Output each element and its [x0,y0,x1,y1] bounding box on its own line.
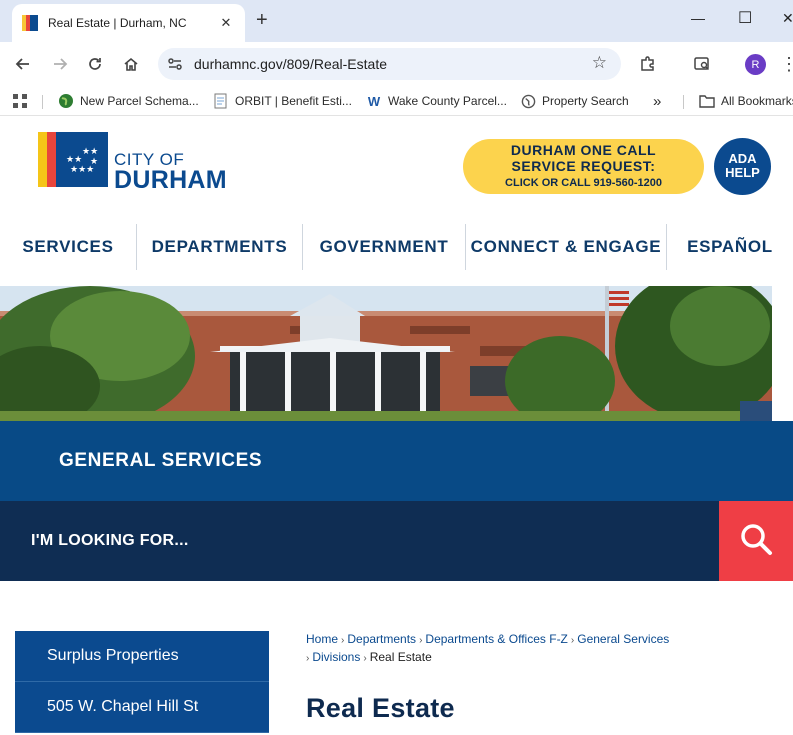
logo-wordmark: CITY OF DURHAM [114,151,227,194]
tab-search-icon[interactable] [692,54,712,74]
breadcrumb: Home › Departments › Departments & Offices F… [306,631,726,667]
breadcrumb-current: Real Estate [369,650,432,664]
ada-help-button[interactable]: ADA HELP [714,138,771,195]
nav-connect-engage[interactable]: CONNECT & ENGAGE [466,224,666,270]
bookmark-property-search[interactable]: Property Search [520,93,629,109]
tab-title: Real Estate | Durham, NC [48,16,187,30]
forward-button[interactable] [50,54,70,74]
breadcrumb-departments[interactable]: Departments [347,632,416,646]
hero-building-image [0,286,772,421]
url-text[interactable]: durhamnc.gov/809/Real-Estate [194,56,387,72]
breadcrumb-chevron-icon: › [363,653,367,664]
main-navigation: SERVICES DEPARTMENTS GOVERNMENT CONNECT … [0,224,793,270]
all-bookmarks-label: All Bookmarks [721,94,793,108]
new-tab-button[interactable]: + [256,9,268,31]
bookmark-separator [683,95,684,109]
bookmark-wake-county[interactable]: W Wake County Parcel... [366,93,507,109]
search-icon [738,521,774,562]
close-tab-icon[interactable]: ✕ [217,15,235,31]
nav-government[interactable]: GOVERNMENT [303,224,465,270]
reload-button[interactable] [85,54,105,74]
nav-services[interactable]: SERVICES [0,224,136,270]
bookmark-separator [42,95,43,109]
breadcrumb-chevron-icon: › [570,635,575,646]
ada-line2: HELP [725,165,760,180]
one-call-line3: CLICK OR CALL 919-560-1200 [505,177,662,189]
logo-stars-icon: ★★ ★★ ★★★ ★ [56,132,108,187]
section-title: GENERAL SERVICES [59,450,263,471]
page-title: Real Estate [306,693,455,723]
sidebar-navigation: Surplus Properties 505 W. Chapel Hill St [15,631,269,733]
svg-text:★★: ★★ [82,147,98,157]
bookmarks-bar: New Parcel Schema... ORBIT | Benefit Est… [0,86,793,116]
all-bookmarks[interactable]: All Bookmarks [699,93,793,109]
sidebar-item-505-w-chapel-hill[interactable]: 505 W. Chapel Hill St [15,682,269,733]
extensions-icon[interactable] [638,54,658,74]
durham-favicon-icon [22,15,38,31]
browser-tabstrip: Real Estate | Durham, NC ✕ + — ☐ ✕ [0,0,793,42]
profile-avatar[interactable]: R [745,54,766,75]
breadcrumb-chevron-icon: › [341,635,345,646]
browser-menu-icon[interactable]: ⋮ [779,54,793,74]
search-button[interactable] [719,501,793,581]
svg-text:★★: ★★ [66,155,82,165]
folder-icon [699,93,715,109]
bookmark-new-parcel[interactable]: New Parcel Schema... [58,93,199,109]
bookmark-label: Property Search [542,94,629,108]
logo-durham: DURHAM [114,166,227,194]
nav-espanol[interactable]: ESPAÑOL [667,224,793,270]
breadcrumb-general-services[interactable]: General Services [577,632,669,646]
bookmark-orbit[interactable]: ORBIT | Benefit Esti... [213,93,352,109]
document-icon [213,93,229,109]
home-button[interactable] [121,54,141,74]
bookmark-label: New Parcel Schema... [80,94,199,108]
globe-icon [520,93,536,109]
breadcrumb-divisions[interactable]: Divisions [312,650,360,664]
breadcrumb-chevron-icon: › [306,653,310,664]
bookmark-label: ORBIT | Benefit Esti... [235,94,352,108]
address-bar[interactable]: durhamnc.gov/809/Real-Estate ☆ [158,48,621,80]
search-label[interactable]: I'M LOOKING FOR... [31,532,189,550]
one-call-service-request-button[interactable]: DURHAM ONE CALL SERVICE REQUEST: CLICK O… [463,139,704,194]
window-close-button[interactable]: ✕ [782,10,793,27]
apps-grid-icon[interactable] [12,93,28,109]
wake-county-w-icon: W [367,93,381,109]
bookmark-star-icon[interactable]: ☆ [592,53,607,73]
logo-flag-stripes [38,132,56,187]
maximize-button[interactable]: ☐ [738,8,752,28]
more-bookmarks-chevron-icon[interactable]: » [653,93,661,110]
nav-departments[interactable]: DEPARTMENTS [137,224,302,270]
one-call-line2: SERVICE REQUEST: [511,158,656,174]
one-call-line1: DURHAM ONE CALL [510,142,657,158]
sidebar-item-surplus-properties[interactable]: Surplus Properties [15,631,269,682]
svg-text:★: ★ [90,157,98,167]
browser-tab[interactable]: Real Estate | Durham, NC ✕ [12,4,245,42]
breadcrumb-home[interactable]: Home [306,632,338,646]
site-settings-icon[interactable] [166,55,184,73]
city-of-durham-logo[interactable]: ★★ ★★ ★★★ ★ CITY OF DURHAM [38,132,227,194]
bookmark-label: Wake County Parcel... [388,94,507,108]
minimize-button[interactable]: — [691,10,705,26]
breadcrumb-chevron-icon: › [419,635,423,646]
globe-icon [58,93,74,109]
back-button[interactable] [13,54,33,74]
hero-edge [772,286,793,421]
breadcrumb-departments-offices[interactable]: Departments & Offices F-Z [425,632,567,646]
ada-line1: ADA [728,151,757,166]
